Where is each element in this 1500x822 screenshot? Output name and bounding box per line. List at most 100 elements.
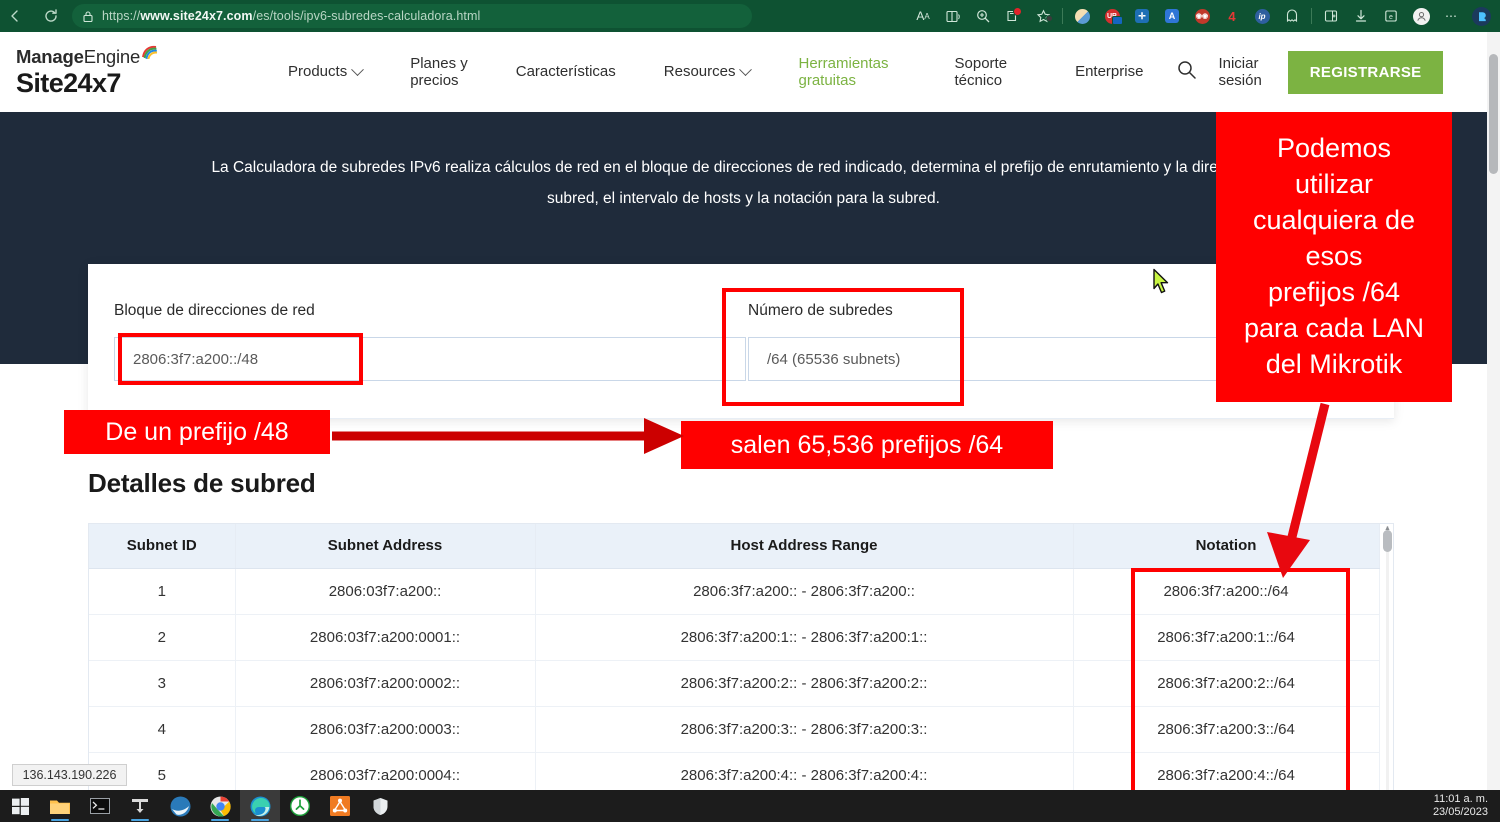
taskbar-clock[interactable]: 11:01 a. m. 23/05/2023 — [1433, 793, 1488, 819]
cell-subnet-id: 4 — [89, 706, 235, 752]
col-header-subnet-address[interactable]: Subnet Address — [235, 524, 535, 568]
col-header-host-range[interactable]: Host Address Range — [535, 524, 1073, 568]
manageengine-wordmark: ManageEngine — [16, 47, 158, 66]
nav-label: Características — [516, 63, 616, 80]
edge-icon[interactable] — [240, 790, 280, 822]
copilot-icon[interactable] — [1466, 3, 1496, 29]
col-header-subnet-id[interactable]: Subnet ID — [89, 524, 235, 568]
nav-item-enterprise[interactable]: Enterprise — [1031, 63, 1167, 80]
task-active-underline — [211, 819, 229, 821]
downloads-icon[interactable] — [1346, 3, 1376, 29]
task-active-underline — [51, 819, 69, 821]
cell-host-range: 2806:3f7:a200:3:: - 2806:3f7:a200:3:: — [535, 706, 1073, 752]
main-nav: Products Planes y precios Característica… — [264, 55, 1167, 90]
cell-subnet-id: 3 — [89, 660, 235, 706]
table-scrollbar[interactable]: ▲ — [1383, 526, 1392, 798]
nav-label: Enterprise — [1075, 63, 1143, 80]
nav-label: Soporte técnico — [955, 55, 1008, 90]
search-icon[interactable] — [1177, 60, 1196, 84]
clock-time: 11:01 a. m. — [1433, 793, 1488, 806]
cell-host-range: 2806:3f7:a200:2:: - 2806:3f7:a200:2:: — [535, 660, 1073, 706]
cell-subnet-address: 2806:03f7:a200:0001:: — [235, 614, 535, 660]
chrome-icon[interactable] — [200, 790, 240, 822]
nav-item-resources[interactable]: Resources — [640, 63, 775, 80]
cell-host-range: 2806:3f7:a200:1:: - 2806:3f7:a200:1:: — [535, 614, 1073, 660]
windows-taskbar: 11:01 a. m. 23/05/2023 — [0, 790, 1500, 822]
nav-label: Resources — [664, 63, 736, 80]
nav-item-soporte-tecnico[interactable]: Soporte técnico — [913, 55, 1032, 90]
translate-icon[interactable]: A — [1157, 3, 1187, 29]
mouse-cursor — [1152, 268, 1172, 296]
favorites-sub-badge — [1046, 15, 1053, 22]
nav-item-planes-y-precios[interactable]: Planes y precios — [386, 55, 492, 90]
terminal-icon[interactable] — [80, 790, 120, 822]
site-header: ManageEngine Site24x7 Products Planes y … — [0, 32, 1487, 112]
lock-icon — [82, 10, 94, 23]
extension-4-icon[interactable]: 4 — [1217, 3, 1247, 29]
split-screen-icon[interactable] — [1316, 3, 1346, 29]
browser-toolbar: https://www.site24x7.com/es/tools/ipv6-s… — [0, 0, 1500, 32]
nav-item-caracteristicas[interactable]: Características — [492, 63, 640, 80]
zoom-icon[interactable] — [968, 3, 998, 29]
nav-item-products[interactable]: Products — [264, 63, 386, 80]
profile-icon[interactable] — [1406, 3, 1436, 29]
table-scrollbar-track — [1386, 526, 1389, 798]
status-ip-tooltip: 136.143.190.226 — [12, 764, 127, 786]
results-title: Detalles de subred — [88, 468, 316, 499]
editor-icon[interactable]: e — [1376, 3, 1406, 29]
extension-red-icon[interactable]: ◉◉ — [1187, 3, 1217, 29]
immersive-reader-icon[interactable] — [938, 3, 968, 29]
address-bar[interactable]: https://www.site24x7.com/es/tools/ipv6-s… — [72, 4, 752, 28]
collections-badge — [1013, 7, 1022, 16]
chevron-down-icon — [351, 63, 364, 76]
cell-subnet-address: 2806:03f7:a200:0003:: — [235, 706, 535, 752]
nav-item-herramientas-gratuitas[interactable]: Herramientas gratuitas — [774, 55, 912, 90]
annotation-prefix-48: De un prefijo /48 — [64, 410, 330, 454]
mikrotik-icon[interactable] — [320, 790, 360, 822]
highlight-network-block-input — [118, 333, 363, 385]
network-block-label: Bloque de direcciones de red — [114, 302, 315, 320]
extension-icon[interactable] — [1067, 3, 1097, 29]
cell-subnet-address: 2806:03f7:a200:: — [235, 568, 535, 614]
address-bar-url: https://www.site24x7.com/es/tools/ipv6-s… — [102, 9, 480, 23]
extension-ip-icon[interactable]: ip — [1247, 3, 1277, 29]
toolbar-divider — [1062, 8, 1063, 24]
nav-label: Products — [288, 63, 347, 80]
cell-subnet-id: 2 — [89, 614, 235, 660]
annotation-65536: salen 65,536 prefijos /64 — [681, 421, 1053, 469]
zabbix-icon[interactable] — [280, 790, 320, 822]
task-active-underline — [251, 819, 269, 821]
site24x7-wordmark: Site24x7 — [16, 69, 196, 97]
extension-badge-icon[interactable]: UB — [1097, 3, 1127, 29]
start-icon[interactable] — [0, 790, 40, 822]
page-scrollbar[interactable] — [1487, 32, 1500, 798]
settings-more-icon[interactable]: ⋯ — [1436, 3, 1466, 29]
col-header-notation[interactable]: Notation — [1073, 524, 1379, 568]
cell-host-range: 2806:3f7:a200:: - 2806:3f7:a200:: — [535, 568, 1073, 614]
security-shield-icon[interactable] — [360, 790, 400, 822]
browser-blue-icon[interactable] — [160, 790, 200, 822]
reload-icon[interactable] — [36, 1, 66, 31]
nav-label: Herramientas gratuitas — [798, 55, 888, 90]
favorites-icon[interactable] — [1028, 3, 1058, 29]
site-logo[interactable]: ManageEngine Site24x7 — [16, 47, 196, 97]
browser-toolbar-actions: AA UB ✛ A ◉◉ 4 ip — [908, 0, 1500, 32]
page-scrollbar-thumb[interactable] — [1489, 54, 1498, 174]
toolbar-divider-2 — [1311, 8, 1312, 24]
nav-label: Planes y precios — [410, 55, 468, 90]
read-aloud-icon[interactable]: AA — [908, 3, 938, 29]
collections-icon[interactable] — [998, 3, 1028, 29]
table-header-row: Subnet ID Subnet Address Host Address Ra… — [89, 524, 1379, 568]
extension-blue-icon[interactable]: ✛ — [1127, 3, 1157, 29]
cell-subnet-id: 1 — [89, 568, 235, 614]
extension-ghost-icon[interactable] — [1277, 3, 1307, 29]
login-link[interactable]: Iniciar sesión — [1218, 55, 1261, 90]
chevron-down-icon — [740, 63, 753, 76]
table-scrollbar-thumb[interactable] — [1383, 530, 1392, 552]
screenshot-root: https://www.site24x7.com/es/tools/ipv6-s… — [0, 0, 1500, 822]
file-explorer-icon[interactable] — [40, 790, 80, 822]
signup-button[interactable]: REGISTRARSE — [1288, 51, 1444, 94]
back-arrow-icon[interactable] — [0, 1, 30, 31]
winbox-icon[interactable] — [120, 790, 160, 822]
annotation-right-note: Podemos utilizar cualquiera de esos pref… — [1216, 112, 1452, 402]
